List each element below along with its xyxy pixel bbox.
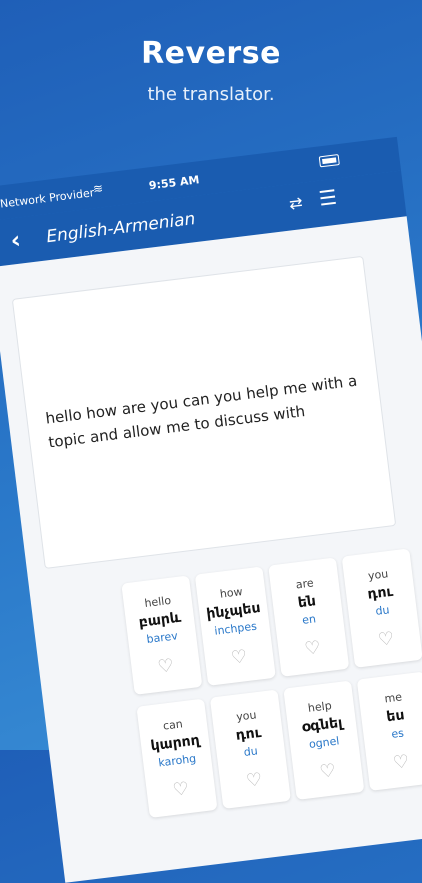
- word-card[interactable]: hello բարև barev ♡: [121, 575, 203, 695]
- promo-subtitle: the translator.: [147, 84, 275, 105]
- promo-title: Reverse: [141, 36, 281, 71]
- input-text-card[interactable]: hello how are you can you help me with a…: [11, 255, 397, 569]
- back-icon[interactable]: ‹: [9, 226, 22, 255]
- clock-label: 9:55 AM: [148, 173, 201, 193]
- swap-icon[interactable]: ⇄: [288, 193, 304, 213]
- heart-icon[interactable]: ♡: [131, 652, 201, 681]
- heart-icon[interactable]: ♡: [293, 757, 363, 786]
- heart-icon[interactable]: ♡: [219, 766, 289, 795]
- heart-icon[interactable]: ♡: [146, 775, 216, 804]
- menu-icon[interactable]: ☰: [317, 185, 338, 211]
- word-card[interactable]: how ինչպես inchpes ♡: [194, 566, 276, 686]
- translation-content: hello how are you can you help me with a…: [0, 216, 422, 883]
- word-card[interactable]: help օգնել ognel ♡: [283, 680, 365, 800]
- wifi-icon: ≋: [92, 181, 104, 197]
- heart-icon[interactable]: ♡: [204, 643, 274, 672]
- heart-icon[interactable]: ♡: [351, 625, 421, 654]
- battery-icon: [318, 154, 340, 168]
- heart-icon[interactable]: ♡: [278, 634, 348, 663]
- word-card[interactable]: me ես es ♡: [356, 671, 422, 791]
- word-card[interactable]: are են en ♡: [268, 557, 350, 677]
- carrier-label: Network Provider: [0, 186, 95, 211]
- word-card[interactable]: you դու du ♡: [341, 548, 422, 668]
- word-card[interactable]: you դու du ♡: [209, 689, 291, 809]
- phone-screen: Network Provider ≋ 9:55 AM ‹ English-Arm…: [0, 136, 422, 883]
- word-card[interactable]: can կարող karohg ♡: [136, 698, 218, 818]
- language-pair-title: English-Armenian: [45, 209, 197, 248]
- heart-icon[interactable]: ♡: [366, 748, 422, 777]
- input-text: hello how are you can you help me with a…: [44, 371, 359, 452]
